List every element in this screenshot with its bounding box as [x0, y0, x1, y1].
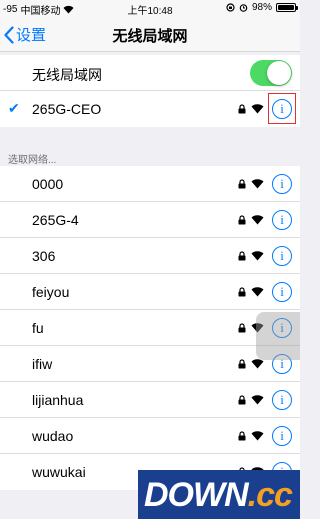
checkmark-icon: ✔: [8, 100, 20, 116]
network-row[interactable]: 265G-4 i: [0, 202, 300, 238]
info-icon[interactable]: i: [272, 426, 292, 446]
nav-bar: 设置 无线局域网: [0, 16, 300, 52]
network-row[interactable]: 306 i: [0, 238, 300, 274]
lock-icon: [238, 215, 246, 225]
wlan-toggle-label: 无线局域网: [32, 67, 102, 83]
lock-icon: [238, 431, 246, 441]
lock-icon: [238, 359, 246, 369]
wifi-icon: [251, 179, 264, 189]
lock-icon: [238, 251, 246, 261]
network-name: fu: [32, 320, 44, 336]
lock-icon: [238, 395, 246, 405]
network-name: 265G-4: [32, 212, 79, 228]
status-right: 98%: [226, 2, 298, 13]
network-name: wudao: [32, 428, 74, 444]
wifi-icon: [251, 287, 264, 297]
network-name: 0000: [32, 176, 64, 192]
lock-rotation-icon: [226, 3, 235, 12]
lock-icon: [238, 323, 246, 333]
assistive-touch-button[interactable]: [256, 312, 300, 360]
battery-icon: [276, 3, 298, 12]
network-name: feiyou: [32, 284, 70, 300]
connected-network-row[interactable]: ✔ 265G-CEO i: [0, 91, 300, 127]
back-button[interactable]: 设置: [4, 24, 46, 45]
watermark-logo: DOWN.cc: [138, 470, 300, 519]
status-bar: -95 中国移动 上午10:48 98%: [0, 0, 300, 17]
network-row[interactable]: ifiw i: [0, 346, 300, 382]
network-row[interactable]: wudao i: [0, 418, 300, 454]
network-name: 306: [32, 248, 56, 264]
wifi-icon: [251, 395, 264, 405]
network-list: 0000 i 265G-4 i 306 i feiyou i fu i ifiw…: [0, 166, 300, 490]
wifi-icon: [251, 431, 264, 441]
wifi-icon: [251, 251, 264, 261]
alarm-icon: [239, 4, 248, 12]
chevron-left-icon: [4, 25, 14, 44]
battery-percent: 98%: [251, 2, 272, 13]
battery-level: [278, 5, 294, 10]
network-row[interactable]: fu i: [0, 310, 300, 346]
network-name: lijianhua: [32, 392, 84, 408]
wifi-icon: [251, 215, 264, 225]
info-icon[interactable]: i: [272, 246, 292, 266]
network-name: wuwukai: [32, 464, 86, 480]
network-row[interactable]: 0000 i: [0, 166, 300, 202]
section-header: 选取网络...: [8, 155, 57, 166]
network-name: ifiw: [32, 356, 53, 372]
lock-icon: [238, 179, 246, 189]
connected-network-name: 265G-CEO: [32, 101, 102, 117]
watermark-suffix: .cc: [247, 476, 293, 514]
info-icon[interactable]: i: [272, 174, 292, 194]
watermark-main: DOWN: [144, 476, 249, 514]
info-icon[interactable]: i: [272, 210, 292, 230]
network-row[interactable]: feiyou i: [0, 274, 300, 310]
lock-icon: [238, 287, 246, 297]
wlan-toggle-switch[interactable]: [250, 60, 292, 86]
watermark-text: DOWN.cc: [144, 476, 293, 515]
toggle-knob: [267, 61, 291, 85]
lock-icon: [238, 104, 246, 114]
wlan-group: 无线局域网 ✔ 265G-CEO i: [0, 55, 300, 127]
wifi-icon: [251, 104, 264, 114]
info-icon[interactable]: i: [272, 282, 292, 302]
wlan-toggle-row: 无线局域网: [0, 55, 300, 91]
highlight-box: [268, 93, 296, 124]
info-icon[interactable]: i: [272, 390, 292, 410]
back-label: 设置: [16, 27, 47, 44]
network-row[interactable]: lijianhua i: [0, 382, 300, 418]
